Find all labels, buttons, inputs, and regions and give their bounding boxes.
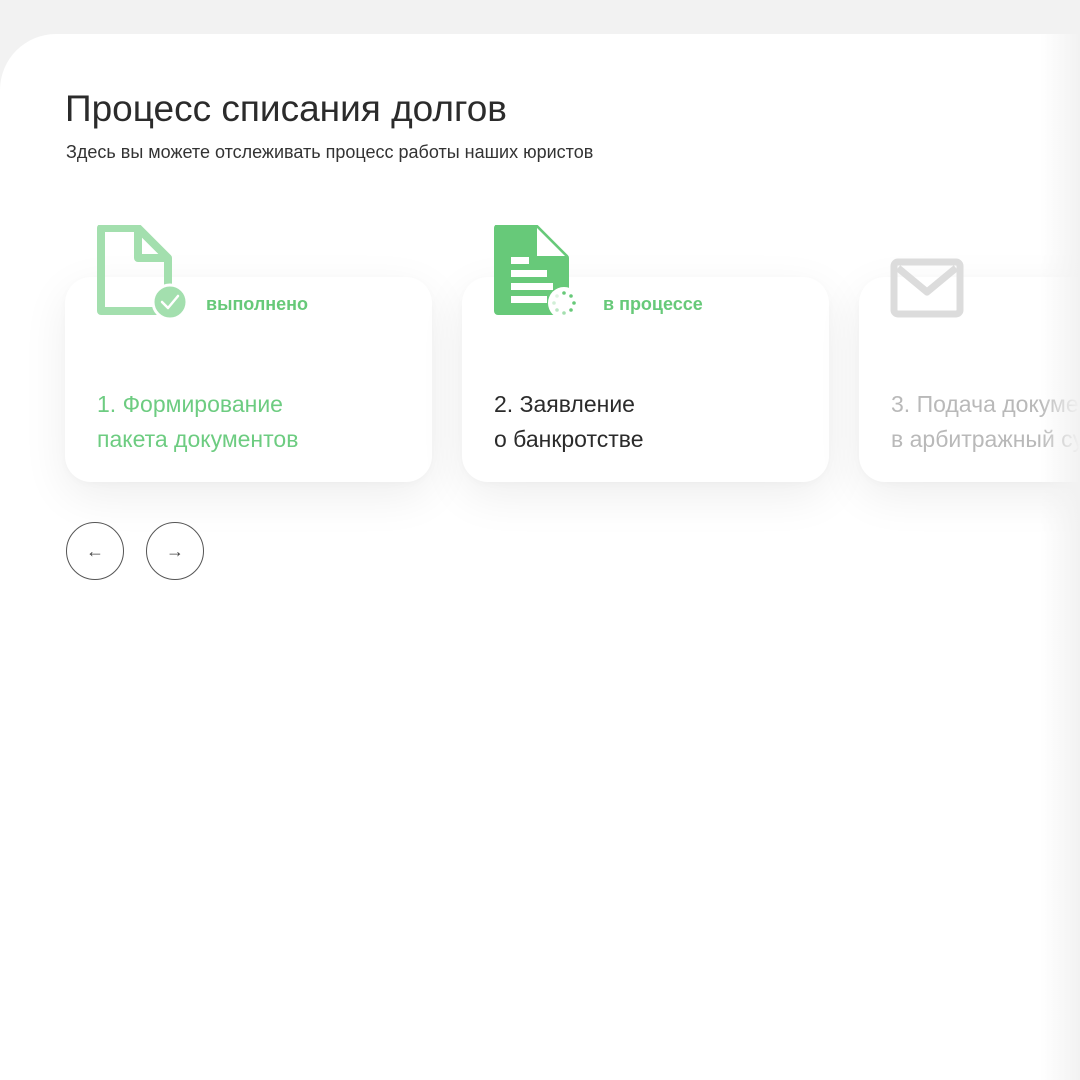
- step-card-2[interactable]: в процессе 2. Заявление о банкротстве: [462, 225, 829, 482]
- step-title-line: в арбитражный суд: [891, 426, 1080, 452]
- step-status: выполнено: [206, 294, 309, 314]
- step-title: 3. Подача документов в арбитражный суд: [891, 387, 1080, 457]
- process-panel: Процесс списания долгов Здесь вы можете …: [0, 34, 1080, 1080]
- step-title-line: 3. Подача документов: [891, 391, 1080, 417]
- step-title: 2. Заявление о банкротстве: [494, 387, 824, 457]
- step-title-line: пакета документов: [97, 426, 299, 452]
- prev-button[interactable]: ←: [66, 522, 124, 580]
- step-title-line: 1. Формирование: [97, 391, 283, 417]
- step-title-line: 2. Заявление: [494, 391, 635, 417]
- step-status: в процессе: [603, 294, 703, 314]
- arrow-left-icon: ←: [86, 540, 104, 561]
- step-title: 1. Формирование пакета документов: [97, 387, 427, 457]
- arrow-right-icon: →: [166, 540, 184, 561]
- document-text-progress-icon: [494, 225, 580, 319]
- step-card-3[interactable]: 3. Подача документов в арбитражный суд: [859, 258, 1080, 482]
- next-button[interactable]: →: [146, 522, 204, 580]
- step-card-1[interactable]: выполнено 1. Формирование пакета докумен…: [65, 225, 432, 482]
- document-check-icon: [97, 225, 187, 321]
- step-title-line: о банкротстве: [494, 426, 644, 452]
- envelope-icon: [890, 258, 964, 318]
